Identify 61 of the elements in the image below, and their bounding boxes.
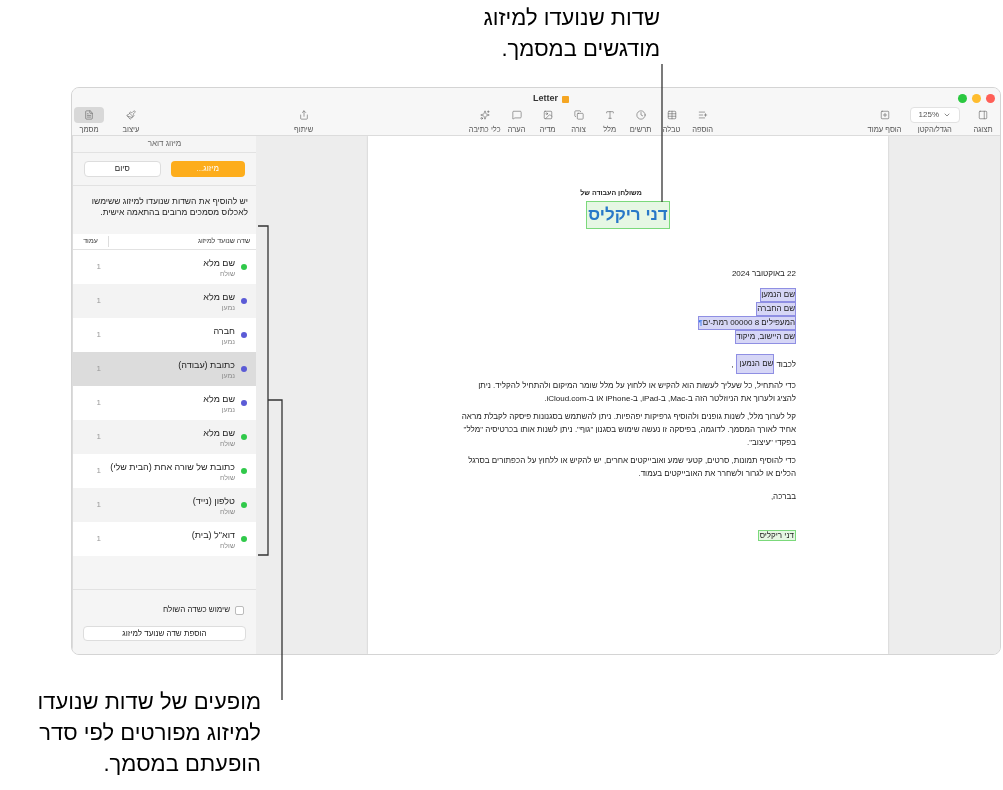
pilcrow-mark: ¶ (698, 317, 703, 329)
sparkle-icon (479, 110, 490, 120)
body-paragraph: כדי להוסיף תמונות, סרטים, קטעי שמע ואובייקטים אחרים, יש להקיש או ללחוץ על הכפתורים בסרגל הכלים או לגרור ולשחרר את האובייקטים בעמוד. (467, 455, 796, 480)
page-number: 1 (95, 465, 101, 477)
page-number: 1 (95, 295, 101, 307)
merge-field[interactable]: דני ריקליס (586, 201, 670, 229)
page-number: 1 (95, 499, 101, 511)
page-number: 1 (95, 431, 101, 443)
checkbox[interactable] (235, 605, 244, 615)
sidebar-description: יש להוסיף את השדות שנועדו למיזוג ששימשו לאכלוס מסמכים מרובים בהתאמה אישית. (90, 195, 249, 219)
chevron-icon (943, 111, 951, 119)
field-name: טלפון (נייד) (191, 494, 235, 507)
document-icon (84, 110, 94, 120)
zoom-window-button[interactable] (958, 94, 967, 103)
image-icon (542, 110, 553, 120)
close-button[interactable] (986, 94, 995, 103)
page-number: 1 (95, 533, 101, 545)
comment-icon (511, 110, 522, 120)
callout-text: מופעים של שדות שנועדו למיזוג מפורטים לפי סדר הופעתם במסמך. (36, 688, 261, 778)
sidebar-title: מיזוג דואר (147, 138, 182, 150)
body-paragraph: כדי להתחיל, כל שעליך לעשות הוא להקיש או ללחוץ על מלל שומר המיקום ולהתחיל להקליד. ניתן להציג ולערוך את הניוזלטר הזה ב-Mac, ב-iPad, ב-iPhone או ב-iCloud.com. (477, 380, 796, 405)
callout-text: שדות שנועדו למיזוג מודגשים במסמך. (483, 4, 660, 63)
brush-icon (126, 110, 136, 120)
field-name: שם מלא (202, 392, 235, 405)
checkbox-label: שימוש כשדה השולח (162, 604, 230, 616)
field-name: דוא"ל (בית) (190, 528, 235, 541)
field-name: שם מלא (202, 290, 235, 303)
table-icon (666, 110, 677, 120)
insert-icon (697, 110, 708, 120)
greeting-comma: , (731, 358, 734, 371)
chart-icon (635, 110, 646, 120)
letter-date: 22 באוקטובר 2024 (730, 268, 796, 280)
field-name: חברה (212, 324, 235, 337)
toolbar-button[interactable] (74, 107, 104, 123)
merge-field[interactable]: דני ריקליס (757, 530, 796, 541)
merge-field[interactable]: שם הנמען (760, 288, 796, 302)
merge-panel-button[interactable]: סיום (84, 161, 161, 177)
page-number: 1 (95, 329, 101, 341)
add-page-icon (879, 110, 890, 120)
share-icon (298, 110, 309, 120)
greeting-text: לכבוד (776, 358, 796, 371)
window-title: Letter (533, 92, 558, 106)
sidebar-icon (978, 110, 988, 120)
closing-text: בברכה, (769, 491, 796, 503)
shapes-icon (573, 110, 584, 120)
field-name: שם מלא (202, 256, 235, 269)
document-badge-icon (562, 95, 569, 103)
body-paragraph: קל לערוך מלל, לשנות גופנים ולהוסיף גרפיקות יפהפיות. ניתן להשתמש בסגנונות פיסקה לקבלת מראה אחיד לאורך המסמך. לדוגמה, בפיסקה זו נעשה שימוש בסגנון "גוף". ניתן לשנות אותו בכרטיסיה "מלל" בפקדי "עיצוב". (460, 411, 796, 449)
minimize-button[interactable] (972, 94, 981, 103)
field-name: כתובת של שורה אחת (הבית שלי) (109, 460, 235, 473)
merge-field[interactable]: שם החברה (756, 302, 796, 316)
page-number: 1 (95, 397, 101, 409)
merge-field[interactable]: שם היישוב, מיקוד (735, 330, 796, 344)
page-number: 1 (95, 261, 101, 273)
text-icon (604, 110, 615, 120)
add-field-button[interactable]: הוספת שדה שנועד למיזוג (83, 626, 246, 641)
field-name: שם מלא (202, 426, 235, 439)
field-name: כתובת (עבודה) (177, 358, 235, 371)
zoom-dropdown[interactable]: 125% (909, 107, 960, 123)
merge-field[interactable]: המעפילים 8 00000 רמת-ים¶ (697, 316, 796, 330)
merge-field[interactable]: שם הנמען (735, 354, 775, 374)
